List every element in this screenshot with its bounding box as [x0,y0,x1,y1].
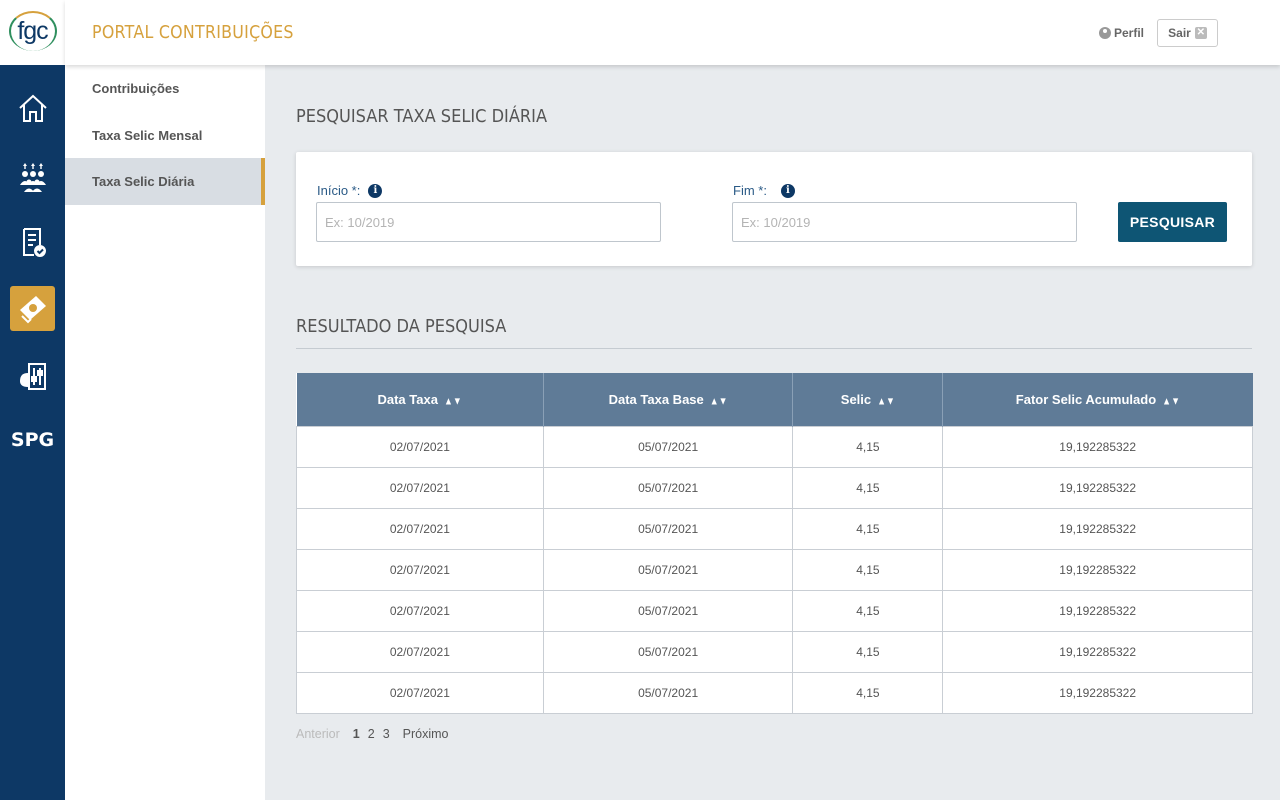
info-icon[interactable]: i [368,183,383,198]
sort-icon: ▲▼ [443,394,462,407]
rail-money[interactable] [10,286,55,331]
cell-fator-selic: 19,192285322 [942,671,1253,714]
cell-fator-selic: 19,192285322 [942,589,1253,632]
cell-selic: 4,15 [792,589,944,632]
cell-selic: 4,15 [792,630,944,673]
column-header-selic[interactable]: Selic ▲▼ [792,373,944,426]
fgc-logo[interactable]: fgc [0,0,65,65]
cell-data-taxa: 02/07/2021 [296,548,544,591]
sort-icon: ▲▼ [709,394,728,407]
search-button[interactable]: PESQUISAR [1118,202,1227,242]
top-header: PORTAL CONTRIBUIÇÕES Perfil Sair ✕ [65,0,1280,65]
cell-selic: 4,15 [792,466,944,509]
cell-data-taxa: 02/07/2021 [296,466,544,509]
subnav-item-taxa-selic-diaria[interactable]: Taxa Selic Diária [65,158,265,205]
cell-fator-selic: 19,192285322 [942,507,1253,550]
rail-home[interactable] [10,85,55,130]
fim-input[interactable] [732,202,1077,242]
cell-selic: 4,15 [792,507,944,550]
cell-selic: 4,15 [792,425,944,468]
user-icon [1099,27,1111,39]
cell-data-taxa-base: 05/07/2021 [542,507,794,550]
cell-data-taxa: 02/07/2021 [296,671,544,714]
column-header-data-taxa[interactable]: Data Taxa ▲▼ [296,373,544,426]
pagination-previous[interactable]: Anterior [296,727,340,741]
rail-documents[interactable] [10,219,55,264]
rail-spg[interactable]: SPG [10,417,55,462]
results-title: RESULTADO DA PESQUISA [296,316,507,337]
table-row: 02/07/2021 05/07/2021 4,15 19,192285322 [296,548,1253,591]
inicio-input[interactable] [316,202,661,242]
portal-title: PORTAL CONTRIBUIÇÕES [92,22,294,43]
column-header-data-taxa-base[interactable]: Data Taxa Base ▲▼ [543,373,794,426]
column-label: Data Taxa Base [608,391,704,407]
cell-selic: 4,15 [792,671,944,714]
cell-data-taxa-base: 05/07/2021 [542,589,794,632]
table-row: 02/07/2021 05/07/2021 4,15 19,192285322 [296,671,1253,714]
column-label: Fator Selic Acumulado [1015,391,1157,407]
home-icon [18,94,47,122]
perfil-label: Perfil [1114,26,1145,40]
pagination-page-1[interactable]: 1 [353,727,360,741]
cell-data-taxa-base: 05/07/2021 [542,630,794,673]
cell-data-taxa-base: 05/07/2021 [542,548,794,591]
table-row: 02/07/2021 05/07/2021 4,15 19,192285322 [296,425,1253,468]
pagination-page-3[interactable]: 3 [383,727,390,741]
pagination-page-2[interactable]: 2 [368,727,375,741]
inicio-label-group: Início *: i [317,183,383,198]
cell-data-taxa: 02/07/2021 [296,589,544,632]
table-row: 02/07/2021 05/07/2021 4,15 19,192285322 [296,507,1253,550]
money-icon [19,295,46,323]
logout-button[interactable]: Sair ✕ [1157,19,1218,47]
cell-data-taxa-base: 05/07/2021 [542,671,794,714]
column-label: Selic [840,391,872,407]
cell-data-taxa: 02/07/2021 [296,507,544,550]
table-row: 02/07/2021 05/07/2021 4,15 19,192285322 [296,630,1253,673]
cell-fator-selic: 19,192285322 [942,630,1253,673]
people-icon [19,162,46,192]
info-icon[interactable]: i [780,183,795,198]
rail-people[interactable] [10,152,55,197]
column-header-fator-selic-acumulado[interactable]: Fator Selic Acumulado ▲▼ [942,373,1253,426]
sub-navigation: Contribuições Taxa Selic Mensal Taxa Sel… [65,65,265,800]
table-row: 02/07/2021 05/07/2021 4,15 19,192285322 [296,466,1253,509]
logout-label: Sair [1168,26,1191,40]
cell-data-taxa: 02/07/2021 [296,630,544,673]
pagination-next[interactable]: Próximo [403,727,449,741]
inicio-label: Início *: [317,183,361,198]
column-label: Data Taxa [377,391,438,407]
fim-label-group: Fim *: i [733,183,795,198]
fim-label: Fim *: [733,183,767,198]
cell-fator-selic: 19,192285322 [942,466,1253,509]
cell-selic: 4,15 [792,548,944,591]
cell-fator-selic: 19,192285322 [942,425,1253,468]
perfil-link[interactable]: Perfil [1099,26,1144,40]
close-icon: ✕ [1194,27,1207,39]
search-form-card: Início *: i Fim *: i PESQUISAR [296,152,1252,266]
logo-text: fgc [17,17,48,45]
subnav-item-contribuicoes[interactable]: Contribuições [65,65,265,112]
pagination: Anterior 1 2 3 Próximo [296,727,448,741]
settings-sliders-icon [19,362,46,390]
page-title: PESQUISAR TAXA SELIC DIÁRIA [296,106,548,127]
rail-settings[interactable] [10,353,55,398]
cell-data-taxa: 02/07/2021 [296,425,544,468]
spg-label: SPG [10,428,55,451]
subnav-item-taxa-selic-mensal[interactable]: Taxa Selic Mensal [65,112,265,159]
cell-data-taxa-base: 05/07/2021 [542,466,794,509]
cell-fator-selic: 19,192285322 [942,548,1253,591]
icon-rail: fgc SPG [0,0,65,800]
cell-data-taxa-base: 05/07/2021 [542,425,794,468]
results-divider [296,348,1252,349]
document-check-icon [22,227,46,257]
sort-icon: ▲▼ [1162,394,1180,407]
results-table: Data Taxa ▲▼ Data Taxa Base ▲▼ Selic ▲▼ Fat… [296,373,1253,714]
sort-icon: ▲▼ [877,394,895,407]
table-header-row: Data Taxa ▲▼ Data Taxa Base ▲▼ Selic ▲▼ Fat… [296,373,1253,426]
table-row: 02/07/2021 05/07/2021 4,15 19,192285322 [296,589,1253,632]
